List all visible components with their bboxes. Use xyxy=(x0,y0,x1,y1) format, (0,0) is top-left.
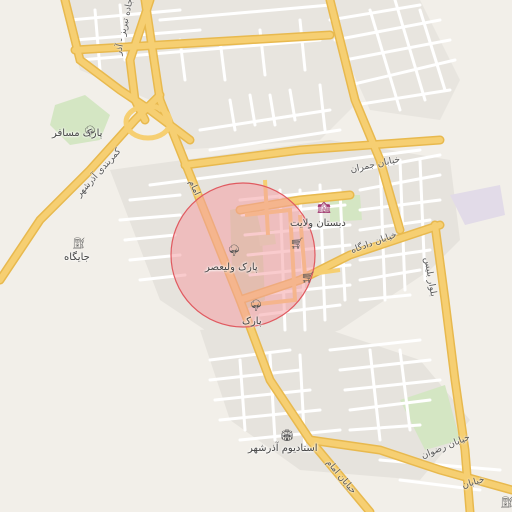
school-icon[interactable]: 🏫︎ xyxy=(317,202,331,213)
label-park: پارک xyxy=(242,316,262,327)
map-canvas[interactable]: 🌳︎ ⛽︎ 🌳︎ 🌳︎ 🏫︎ 🛒︎ 🛒︎ 🏟︎ ⛽︎ پارک مسافر جا… xyxy=(0,0,512,512)
label-park-mosafer: پارک مسافر xyxy=(52,128,103,139)
highlight-radius xyxy=(170,182,316,328)
cart-icon[interactable]: 🛒︎ xyxy=(301,272,315,283)
fuel-icon[interactable]: ⛽︎ xyxy=(500,497,512,508)
fuel-icon[interactable]: ⛽︎ xyxy=(72,238,86,249)
school-area xyxy=(450,185,505,225)
tree-icon[interactable]: 🌳︎ xyxy=(227,245,241,256)
label-gas-station: جایگاه xyxy=(64,252,90,263)
cart-icon[interactable]: 🛒︎ xyxy=(290,238,304,249)
label-school-velayat: دبستان ولایت xyxy=(290,218,346,229)
tree-icon[interactable]: 🌳︎ xyxy=(249,300,263,311)
label-park-valiasr: پارک ولیعصر xyxy=(205,262,258,273)
stadium-icon[interactable]: 🏟︎ xyxy=(280,430,294,441)
label-stadium: استادیوم آذرشهر xyxy=(248,443,318,454)
